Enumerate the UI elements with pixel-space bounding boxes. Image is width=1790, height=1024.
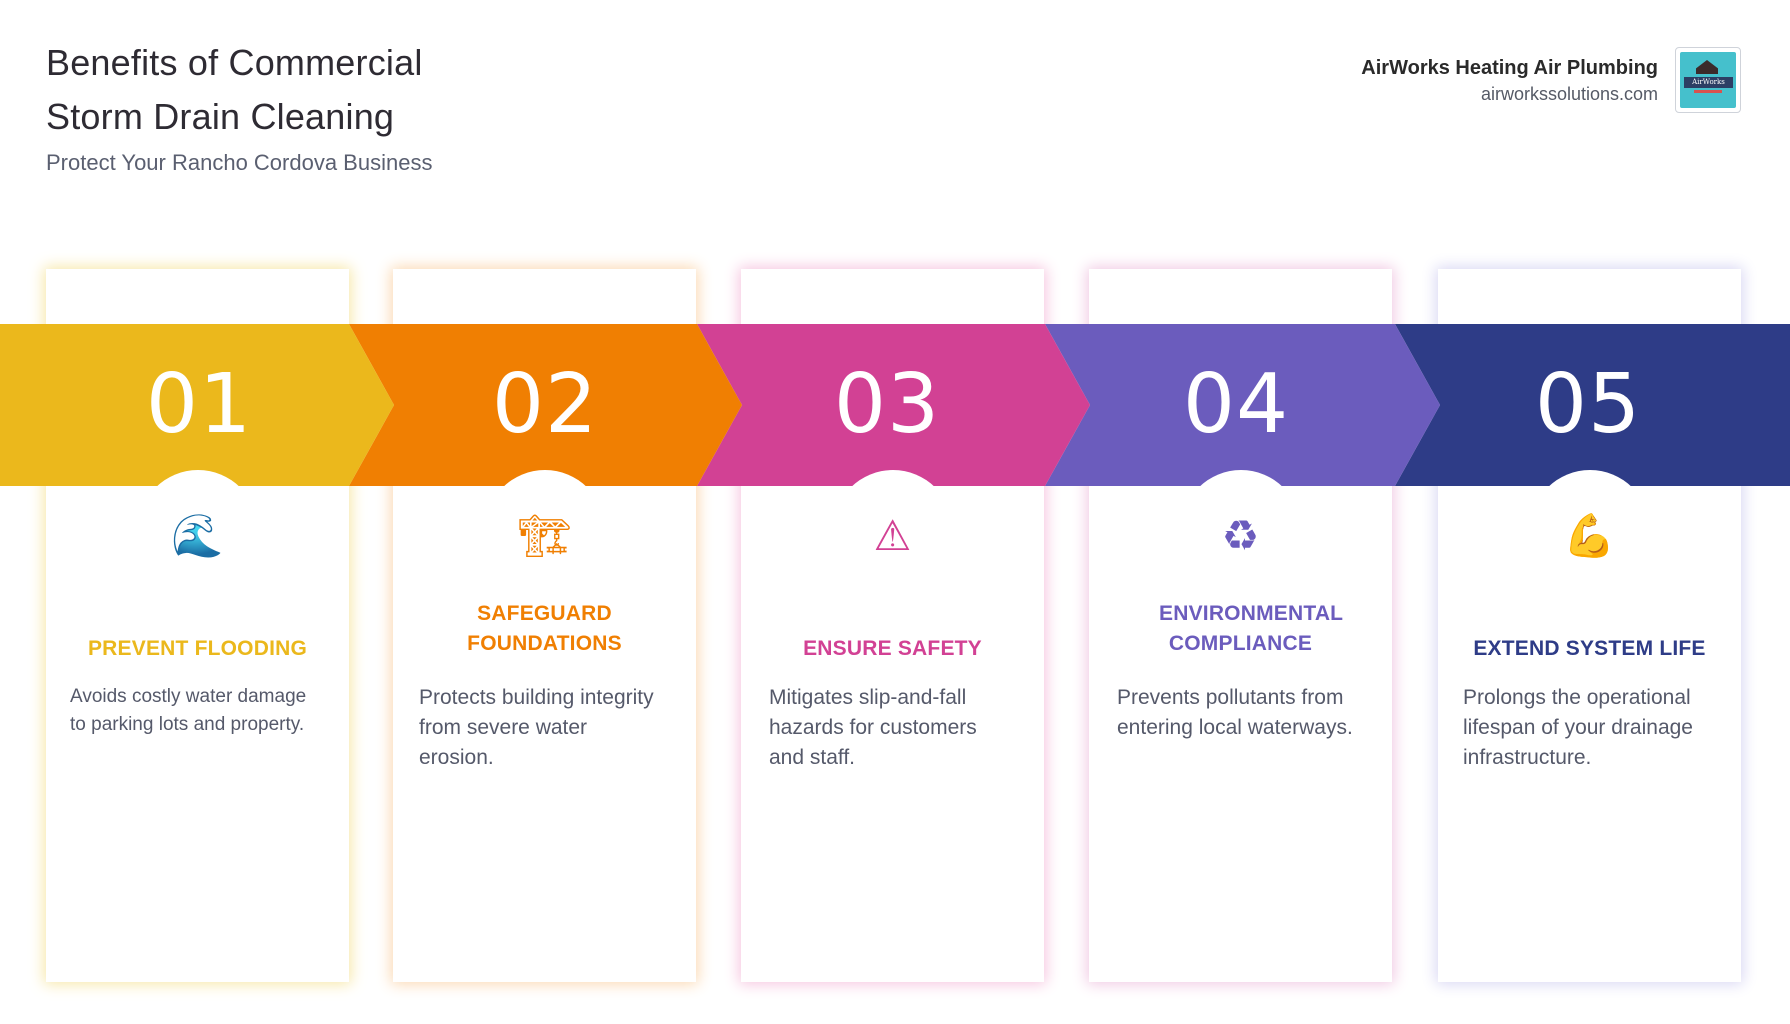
- warning-icon: ⚠: [873, 511, 912, 560]
- recycle-icon: ♻: [1221, 511, 1260, 560]
- step-description: Mitigates slip-and-fall hazards for cust…: [769, 686, 977, 769]
- crane-icon: 🏗: [517, 511, 572, 560]
- flexed-biceps-icon: 💪: [1563, 511, 1616, 560]
- step-heading: ENVIRONMENTAL COMPLIANCE: [1159, 602, 1344, 655]
- brand-block: AirWorks Heating Air Plumbing airworksso…: [1361, 54, 1658, 106]
- step-number-05: 05: [1534, 357, 1642, 452]
- page-title: Benefits of Commercial Storm Drain Clean…: [46, 42, 423, 137]
- step-heading: EXTEND SYSTEM LIFE: [1473, 637, 1706, 660]
- brand-name: AirWorks Heating Air Plumbing: [1361, 57, 1658, 79]
- step-number-01: 01: [145, 357, 253, 452]
- step-description: Prolongs the operational lifespan of you…: [1463, 686, 1693, 769]
- step-description: Prevents pollutants from entering local …: [1117, 686, 1353, 739]
- wave-icon: 🌊: [171, 511, 224, 560]
- step-description: Avoids costly water damage to parking lo…: [70, 686, 307, 735]
- brand-logo: AirWorks: [1675, 47, 1741, 113]
- step-heading: SAFEGUARD FOUNDATIONS: [467, 602, 622, 655]
- step-heading: PREVENT FLOODING: [87, 637, 308, 660]
- step-heading: ENSURE SAFETY: [803, 637, 982, 660]
- step-number-04: 04: [1182, 357, 1290, 452]
- step-description: Protects building integrity from severe …: [419, 686, 654, 769]
- step-number-03: 03: [833, 357, 941, 452]
- brand-url: airworkssolutions.com: [1480, 84, 1658, 104]
- page-subtitle: Protect Your Rancho Cordova Business: [46, 150, 433, 175]
- step-number-02: 02: [491, 357, 599, 452]
